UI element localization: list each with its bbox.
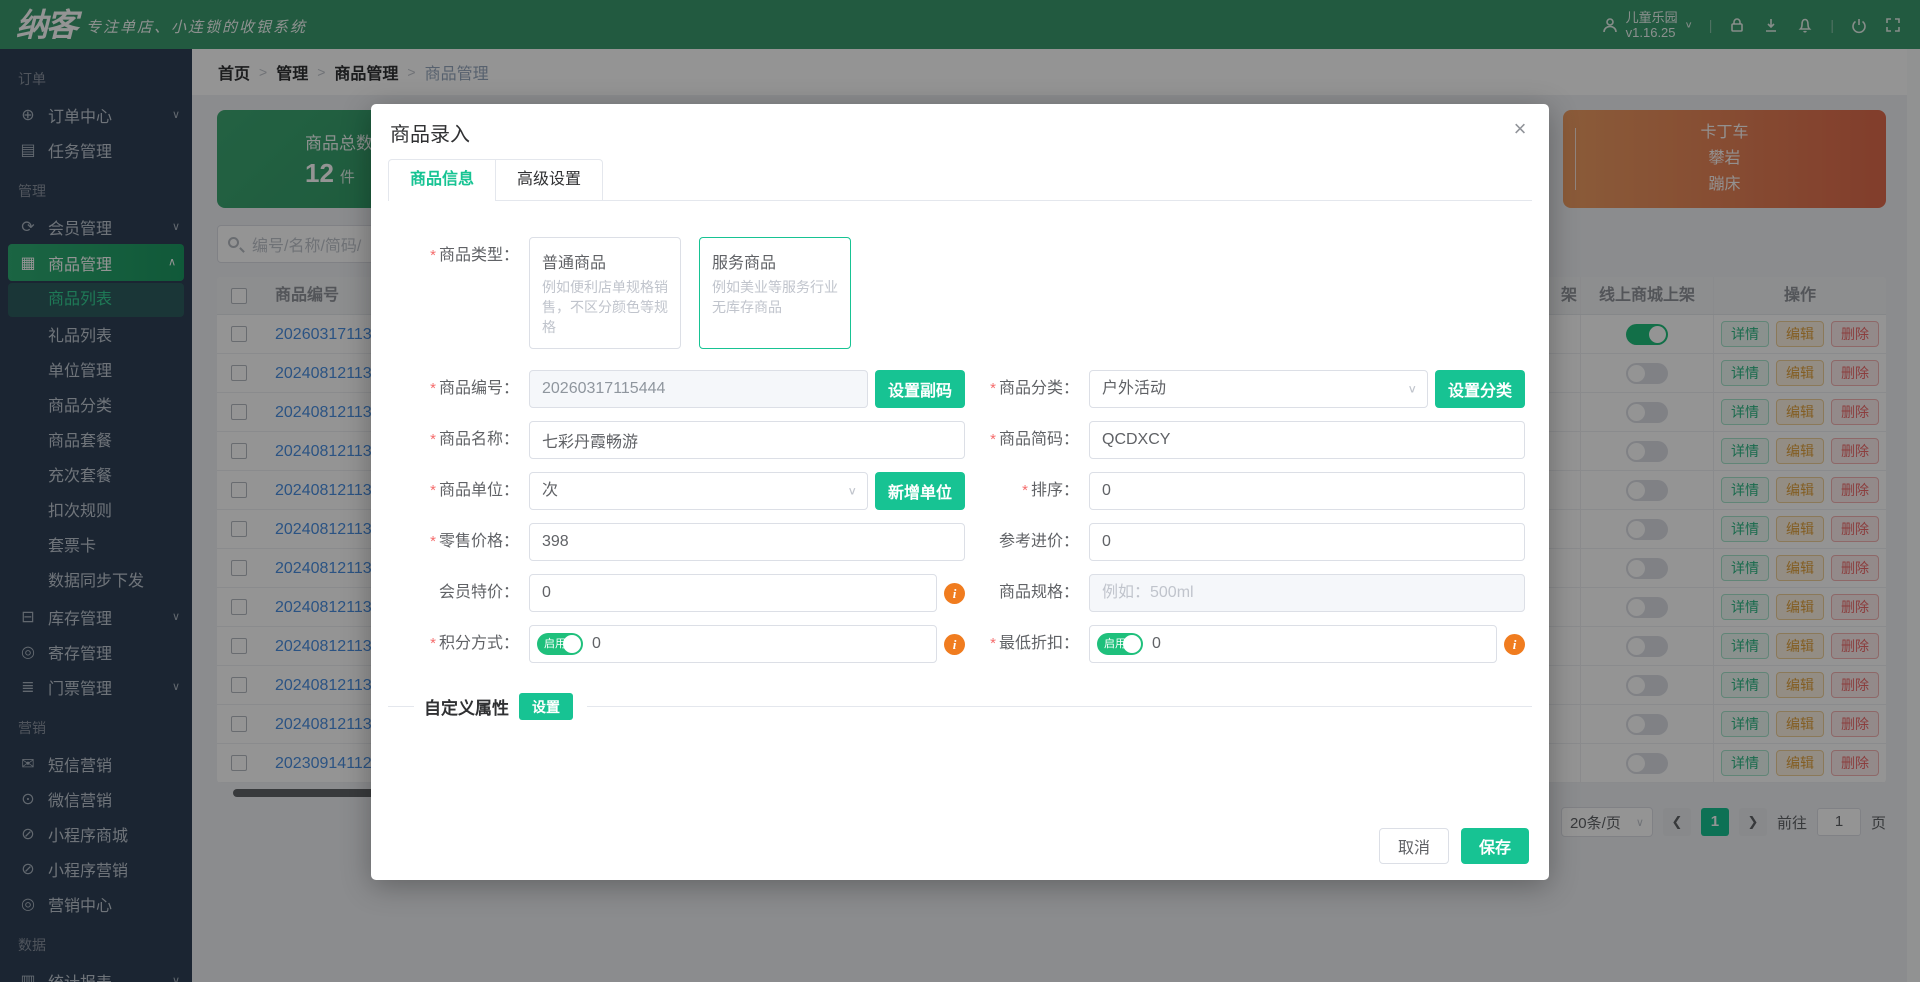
- modal-title: 商品录入: [390, 124, 470, 146]
- custom-attr-label: 自定义属性: [424, 699, 509, 718]
- type-card-normal[interactable]: 普通商品 例如便利店单规格销售，不区分颜色等规格: [529, 237, 681, 349]
- required-mark: *: [990, 380, 996, 397]
- product-code-input[interactable]: [529, 370, 868, 408]
- retail-price-input[interactable]: [529, 523, 965, 561]
- min-discount-label: 最低折扣：: [998, 635, 1079, 652]
- product-type-label: 商品类型：: [438, 247, 519, 264]
- spec-label: 商品规格：: [998, 584, 1079, 601]
- required-mark: *: [430, 431, 436, 448]
- product-name-input[interactable]: [529, 421, 965, 459]
- info-icon[interactable]: i: [944, 633, 965, 655]
- product-name-label: 商品名称：: [438, 431, 519, 448]
- member-price-input[interactable]: [529, 574, 937, 612]
- custom-attr-divider: 自定义属性 设置: [388, 693, 1532, 720]
- required-mark: *: [430, 482, 436, 499]
- close-icon[interactable]: ×: [1507, 116, 1533, 142]
- required-mark: *: [430, 533, 436, 550]
- points-enable-toggle[interactable]: 启用: [537, 633, 583, 655]
- unit-label: 商品单位：: [438, 482, 519, 499]
- type-card-title: 普通商品: [542, 255, 607, 272]
- points-mode-label: 积分方式：: [438, 635, 519, 652]
- tab-product-info[interactable]: 商品信息: [388, 159, 497, 201]
- type-card-service[interactable]: 服务商品 例如美业等服务行业无库存商品: [699, 237, 851, 349]
- product-category-label: 商品分类：: [998, 380, 1079, 397]
- required-mark: *: [990, 635, 996, 652]
- short-code-label: 商品简码：: [998, 431, 1079, 448]
- short-code-input[interactable]: [1089, 421, 1525, 459]
- purchase-price-label: 参考进价：: [998, 533, 1079, 550]
- add-unit-button[interactable]: 新增单位: [874, 472, 965, 510]
- required-mark: *: [430, 635, 436, 652]
- custom-attr-set-button[interactable]: 设置: [519, 693, 573, 720]
- product-form: * 商品类型： 普通商品 例如便利店单规格销售，不区分颜色等规格 服务商品 例如美…: [388, 237, 1532, 720]
- info-icon[interactable]: i: [1504, 633, 1525, 655]
- type-card-title: 服务商品: [712, 255, 777, 272]
- unit-select[interactable]: 次: [529, 472, 868, 510]
- min-discount-input[interactable]: [1089, 625, 1497, 663]
- save-button[interactable]: 保存: [1460, 828, 1529, 864]
- modal-tabs: 商品信息 高级设置: [388, 159, 1532, 201]
- set-category-button[interactable]: 设置分类: [1434, 370, 1525, 408]
- required-mark: *: [990, 431, 996, 448]
- points-value-input[interactable]: [529, 625, 937, 663]
- set-subcode-button[interactable]: 设置副码: [874, 370, 965, 408]
- purchase-price-input[interactable]: [1089, 523, 1525, 561]
- type-card-desc: 例如便利店单规格销售，不区分颜色等规格: [542, 279, 668, 335]
- sort-input[interactable]: [1089, 472, 1525, 510]
- spec-input[interactable]: [1089, 574, 1525, 612]
- product-category-select[interactable]: 户外活动: [1089, 370, 1428, 408]
- member-price-label: 会员特价：: [438, 584, 519, 601]
- required-mark: *: [430, 380, 436, 397]
- tab-advanced-settings[interactable]: 高级设置: [496, 159, 604, 200]
- required-mark: *: [430, 247, 436, 264]
- info-icon[interactable]: i: [944, 582, 965, 604]
- cancel-button[interactable]: 取消: [1378, 828, 1449, 864]
- type-card-desc: 例如美业等服务行业无库存商品: [712, 279, 838, 315]
- required-mark: *: [1022, 482, 1028, 499]
- sort-label: 排序：: [1030, 482, 1079, 499]
- product-code-label: 商品编号：: [438, 380, 519, 397]
- product-entry-modal: 商品录入 × 商品信息 高级设置 * 商品类型： 普通商品 例如便利店单规格销售，…: [371, 104, 1549, 880]
- min-discount-enable-toggle[interactable]: 启用: [1097, 633, 1143, 655]
- retail-price-label: 零售价格：: [438, 533, 519, 550]
